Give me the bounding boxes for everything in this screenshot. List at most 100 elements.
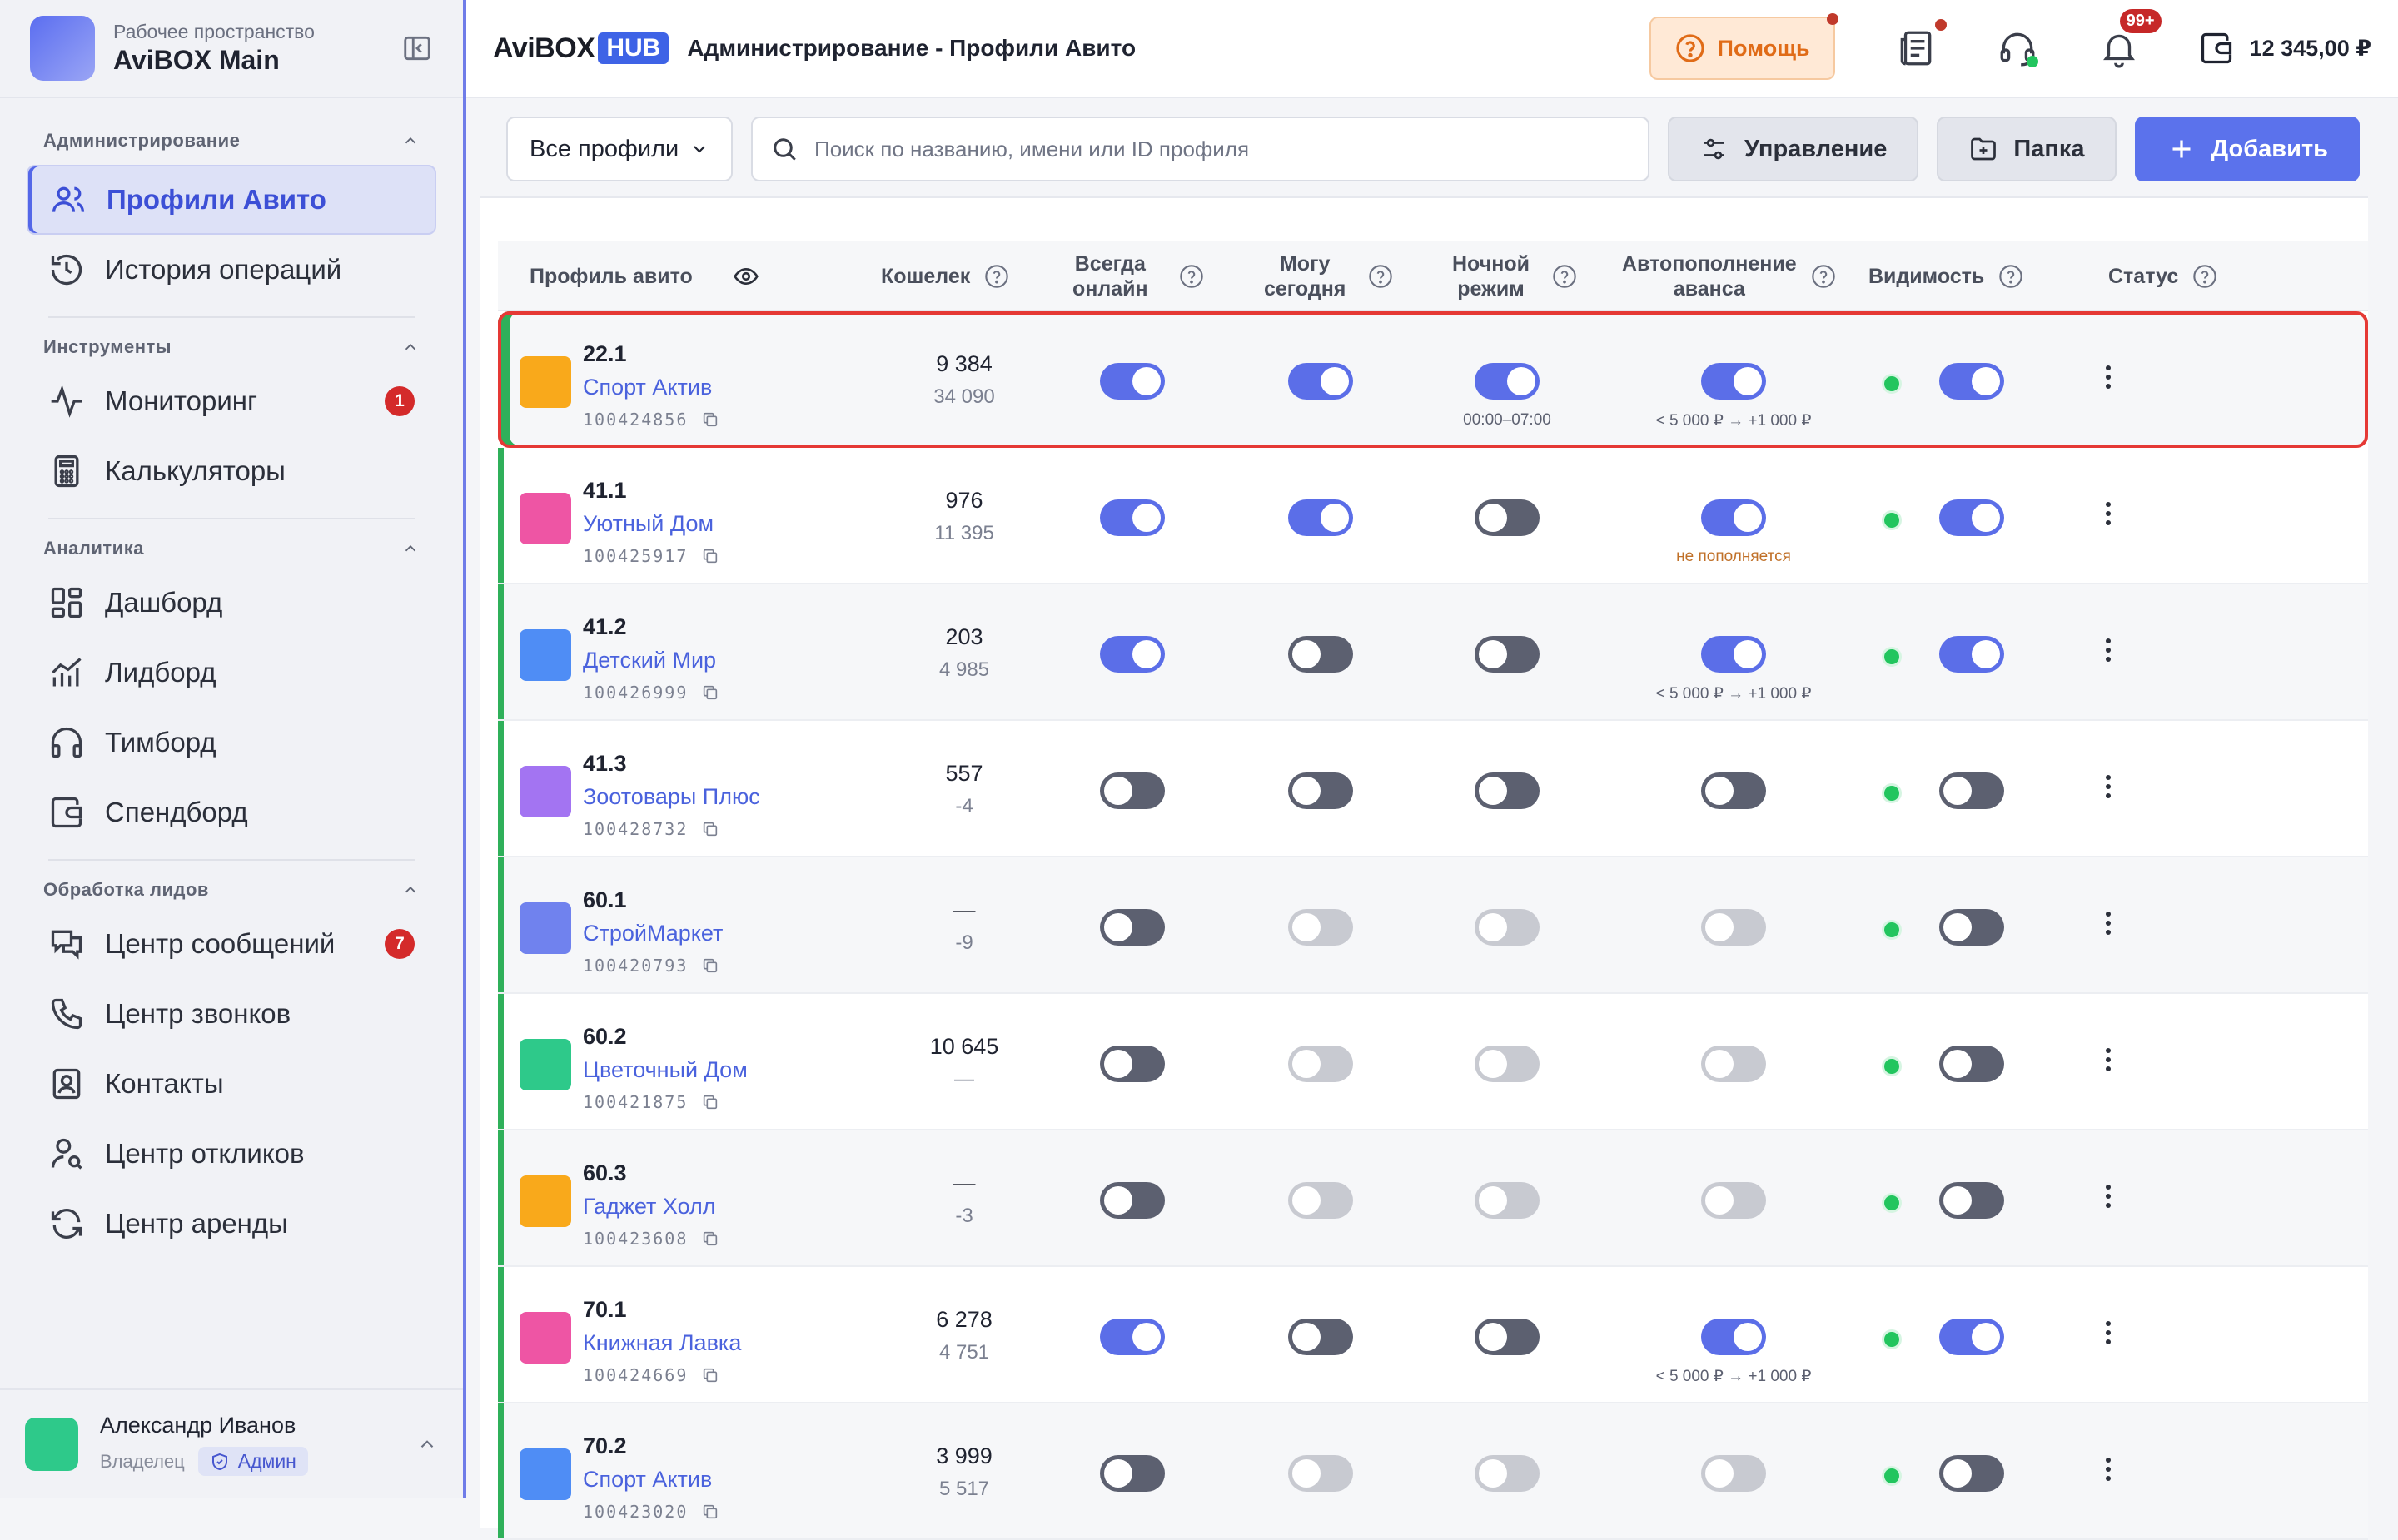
help-circle-icon[interactable]: [1367, 263, 1394, 290]
profile-name-link[interactable]: Зоотовары Плюс: [583, 784, 760, 810]
column-header-profile[interactable]: Профиль авито: [530, 241, 759, 311]
always-online-toggle[interactable]: [1100, 1046, 1165, 1082]
row-actions-menu[interactable]: [2100, 907, 2117, 944]
always-online-toggle[interactable]: [1100, 1319, 1165, 1355]
sidebar-item-calls[interactable]: Центр звонков: [27, 979, 436, 1049]
table-row[interactable]: 60.3 Гаджет Холл 100423608 — -3: [498, 1130, 2368, 1267]
table-row[interactable]: 60.1 СтройМаркет 100420793 — -9: [498, 857, 2368, 994]
always-online-toggle[interactable]: [1100, 772, 1165, 809]
copy-icon[interactable]: [701, 1366, 719, 1384]
row-actions-menu[interactable]: [2100, 498, 2117, 534]
row-actions-menu[interactable]: [2100, 634, 2117, 671]
sidebar-item-spendboard[interactable]: Спендборд: [27, 777, 436, 847]
autotopup-toggle[interactable]: [1701, 772, 1766, 809]
help-circle-icon[interactable]: [1810, 263, 1837, 290]
sidebar-item-messages[interactable]: Центр сообщений 7: [27, 909, 436, 979]
balance-button[interactable]: 12 345,00 ₽: [2198, 30, 2371, 67]
profile-name-link[interactable]: Гаджет Холл: [583, 1194, 716, 1220]
night-mode-toggle[interactable]: [1475, 363, 1540, 400]
night-mode-toggle[interactable]: [1475, 1319, 1540, 1355]
eye-icon[interactable]: [733, 263, 759, 290]
section-header-leads[interactable]: Обработка лидов: [27, 871, 436, 909]
help-circle-icon[interactable]: [983, 263, 1010, 290]
search-input[interactable]: [814, 136, 1631, 162]
autotopup-toggle[interactable]: [1701, 1319, 1766, 1355]
support-button[interactable]: [1997, 27, 2038, 69]
table-row[interactable]: 41.1 Уютный Дом 100425917 976 11 395 не попол…: [498, 448, 2368, 584]
sidebar-item-history[interactable]: История операций: [27, 235, 436, 305]
help-circle-icon[interactable]: [1551, 263, 1578, 290]
profile-name-link[interactable]: Цветочный Дом: [583, 1057, 748, 1083]
notifications-button[interactable]: 99+: [2098, 9, 2162, 69]
search-box[interactable]: [751, 117, 1649, 181]
night-mode-toggle[interactable]: [1475, 772, 1540, 809]
sidebar-collapse-icon[interactable]: [401, 32, 433, 64]
profile-name-link[interactable]: Спорт Актив: [583, 375, 712, 400]
copy-icon[interactable]: [701, 547, 719, 565]
visibility-toggle[interactable]: [1939, 499, 2004, 536]
table-row[interactable]: 41.2 Детский Мир 100426999 203 4 985 < 5 000 …: [498, 584, 2368, 721]
folder-button[interactable]: Папка: [1937, 117, 2117, 181]
row-actions-menu[interactable]: [2100, 361, 2117, 398]
profile-name-link[interactable]: Детский Мир: [583, 648, 716, 673]
row-actions-menu[interactable]: [2100, 1317, 2117, 1354]
copy-icon[interactable]: [701, 410, 719, 429]
visibility-toggle[interactable]: [1939, 1455, 2004, 1492]
section-header-tools[interactable]: Инструменты: [27, 328, 436, 366]
chevron-up-icon[interactable]: [416, 1433, 438, 1455]
always-online-toggle[interactable]: [1100, 909, 1165, 946]
profile-name-link[interactable]: Книжная Лавка: [583, 1330, 741, 1356]
visibility-toggle[interactable]: [1939, 636, 2004, 673]
always-online-toggle[interactable]: [1100, 363, 1165, 400]
sidebar-item-responses[interactable]: Центр откликов: [27, 1119, 436, 1189]
section-header-analytics[interactable]: Аналитика: [27, 529, 436, 568]
news-button[interactable]: [1895, 19, 1947, 69]
always-online-toggle[interactable]: [1100, 1455, 1165, 1492]
row-actions-menu[interactable]: [2100, 1180, 2117, 1217]
night-mode-toggle[interactable]: [1475, 499, 1540, 536]
visibility-toggle[interactable]: [1939, 909, 2004, 946]
copy-icon[interactable]: [701, 683, 719, 702]
copy-icon[interactable]: [701, 1503, 719, 1521]
sidebar-item-contacts[interactable]: Контакты: [27, 1049, 436, 1119]
table-row[interactable]: 22.1 Спорт Актив 100424856 9 384 34 090 00:00…: [498, 311, 2368, 448]
row-actions-menu[interactable]: [2100, 1453, 2117, 1490]
autotopup-toggle[interactable]: [1701, 636, 1766, 673]
visibility-toggle[interactable]: [1939, 1182, 2004, 1219]
sidebar-item-calculators[interactable]: Калькуляторы: [27, 436, 436, 506]
always-online-toggle[interactable]: [1100, 499, 1165, 536]
profile-filter-select[interactable]: Все профили: [506, 117, 733, 181]
can-today-toggle[interactable]: [1288, 1319, 1353, 1355]
table-row[interactable]: 70.1 Книжная Лавка 100424669 6 278 4 751 < 5 …: [498, 1267, 2368, 1403]
copy-icon[interactable]: [701, 1230, 719, 1248]
copy-icon[interactable]: [701, 820, 719, 838]
section-header-admin[interactable]: Администрирование: [27, 122, 436, 160]
manage-button[interactable]: Управление: [1668, 117, 1919, 181]
help-circle-icon[interactable]: [1178, 263, 1205, 290]
row-actions-menu[interactable]: [2100, 1044, 2117, 1080]
add-profile-button[interactable]: Добавить: [2134, 117, 2360, 181]
table-row[interactable]: 41.3 Зоотовары Плюс 100428732 557 -4: [498, 721, 2368, 857]
sidebar-item-monitoring[interactable]: Мониторинг 1: [27, 366, 436, 436]
visibility-toggle[interactable]: [1939, 772, 2004, 809]
always-online-toggle[interactable]: [1100, 1182, 1165, 1219]
user-menu[interactable]: Александр Иванов Владелец Админ: [0, 1388, 463, 1498]
visibility-toggle[interactable]: [1939, 363, 2004, 400]
brand-logo[interactable]: AviBOX HUB: [493, 32, 669, 65]
table-row[interactable]: 70.2 Спорт Актив 100423020 3 999 5 517: [498, 1403, 2368, 1540]
sidebar-item-leadboard[interactable]: Лидборд: [27, 638, 436, 708]
sidebar-item-avito-profiles[interactable]: Профили Авито: [27, 165, 436, 235]
copy-icon[interactable]: [701, 1093, 719, 1111]
row-actions-menu[interactable]: [2100, 771, 2117, 807]
can-today-toggle[interactable]: [1288, 363, 1353, 400]
visibility-toggle[interactable]: [1939, 1046, 2004, 1082]
night-mode-toggle[interactable]: [1475, 636, 1540, 673]
autotopup-toggle[interactable]: [1701, 499, 1766, 536]
table-row[interactable]: 60.2 Цветочный Дом 100421875 10 645 —: [498, 994, 2368, 1130]
profile-name-link[interactable]: Уютный Дом: [583, 511, 714, 537]
copy-icon[interactable]: [701, 956, 719, 975]
visibility-toggle[interactable]: [1939, 1319, 2004, 1355]
help-circle-icon[interactable]: [1998, 263, 2024, 290]
always-online-toggle[interactable]: [1100, 636, 1165, 673]
can-today-toggle[interactable]: [1288, 772, 1353, 809]
